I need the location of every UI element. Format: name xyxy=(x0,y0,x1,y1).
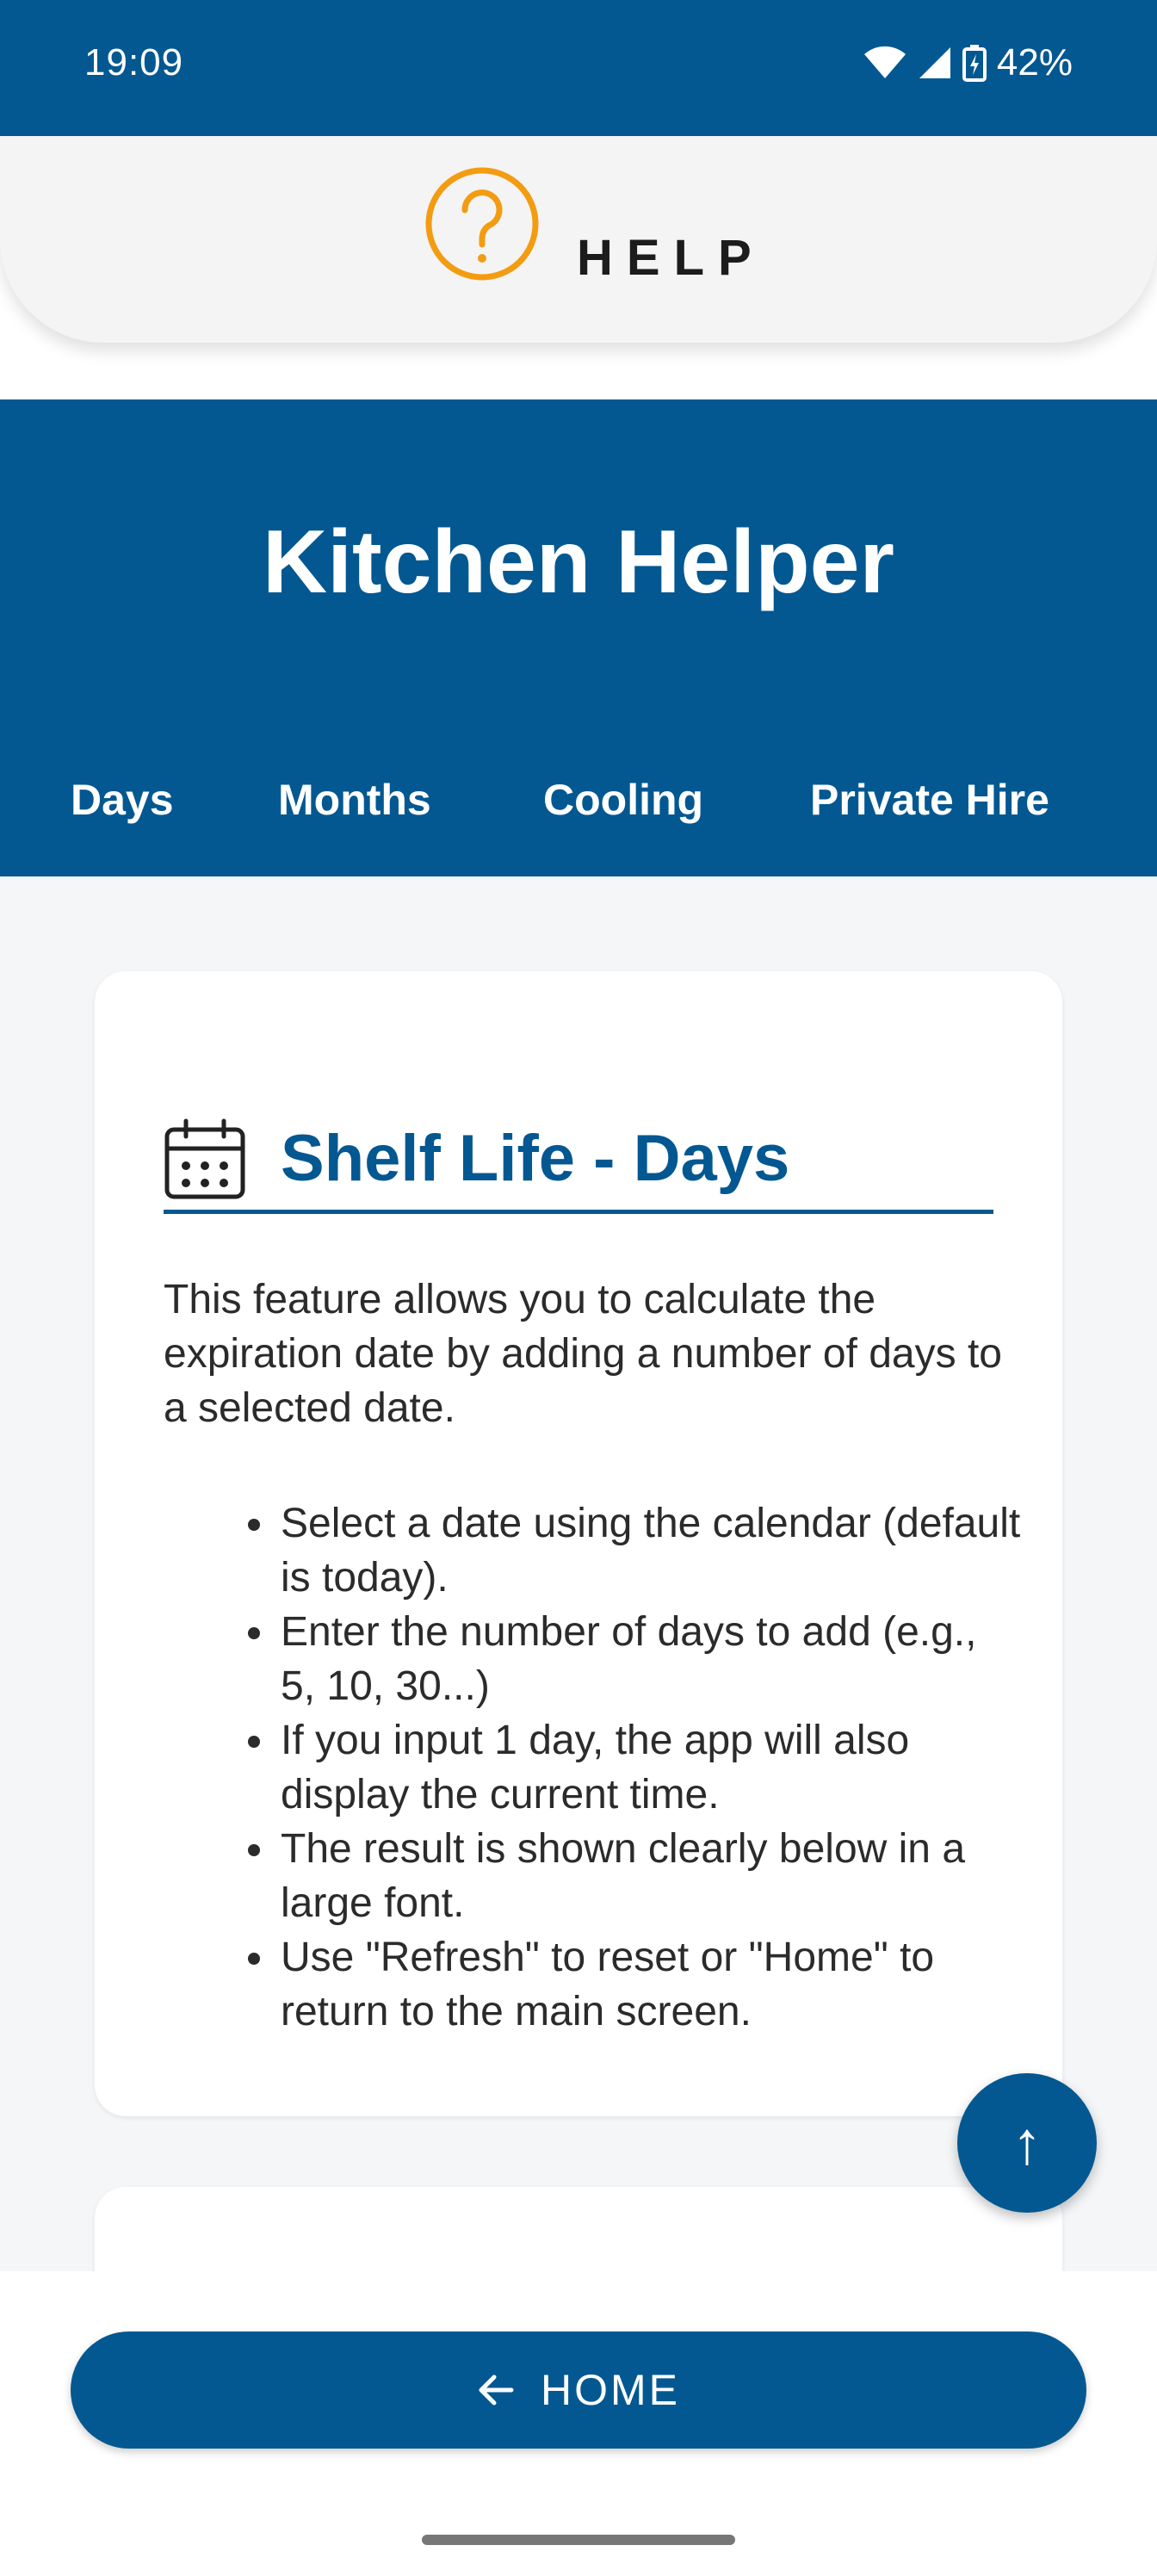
shelf-life-days-card: Shelf Life - Days This feature allows yo… xyxy=(95,971,1062,2116)
question-circle-icon[interactable] xyxy=(424,165,541,282)
battery-percent: 42% xyxy=(996,41,1073,84)
bottom-bar: HOME xyxy=(0,2271,1157,2576)
calendar-icon xyxy=(164,1118,245,1199)
list-item: The result is shown clearly below in a l… xyxy=(248,1822,1021,1930)
tab-cooling[interactable]: Cooling xyxy=(543,775,703,825)
list-item: If you input 1 day, the app will also di… xyxy=(248,1713,1021,1822)
section-heading: Shelf Life - Days xyxy=(164,1111,993,1214)
help-header: HELP xyxy=(0,136,1157,343)
home-button[interactable]: HOME xyxy=(71,2331,1086,2449)
section-title: Shelf Life - Days xyxy=(281,1122,790,1195)
list-item: Select a date using the calendar (defaul… xyxy=(248,1496,1021,1605)
list-item: Enter the number of days to add (e.g., 5… xyxy=(248,1605,1021,1713)
signal-icon xyxy=(919,47,950,78)
instruction-list: Select a date using the calendar (defaul… xyxy=(248,1496,1021,2039)
section-intro: This feature allows you to calculate the… xyxy=(164,1277,1002,1431)
status-icons: 42% xyxy=(863,41,1073,84)
home-button-label: HOME xyxy=(541,2366,680,2414)
app-header: Kitchen Helper Days Months Cooling Priva… xyxy=(0,399,1157,876)
scroll-to-top-button[interactable]: ↑ xyxy=(957,2073,1097,2213)
arrow-left-icon xyxy=(479,2375,514,2406)
tab-months[interactable]: Months xyxy=(278,775,431,825)
help-label: HELP xyxy=(577,230,765,286)
help-content[interactable]: Shelf Life - Days This feature allows yo… xyxy=(0,876,1157,2271)
battery-charging-icon xyxy=(962,45,987,82)
app-title: Kitchen Helper xyxy=(263,512,894,612)
next-section-card xyxy=(95,2187,1062,2271)
status-bar: 19:09 42% xyxy=(0,0,1157,136)
gesture-navigation-bar[interactable] xyxy=(422,2535,735,2545)
status-time: 19:09 xyxy=(84,41,184,84)
tab-private-hire[interactable]: Private Hire xyxy=(810,775,1049,825)
tab-days[interactable]: Days xyxy=(71,775,174,825)
arrow-up-icon: ↑ xyxy=(1012,2109,1043,2177)
list-item: Use "Refresh" to reset or "Home" to retu… xyxy=(248,1930,1021,2039)
wifi-icon xyxy=(863,46,906,78)
